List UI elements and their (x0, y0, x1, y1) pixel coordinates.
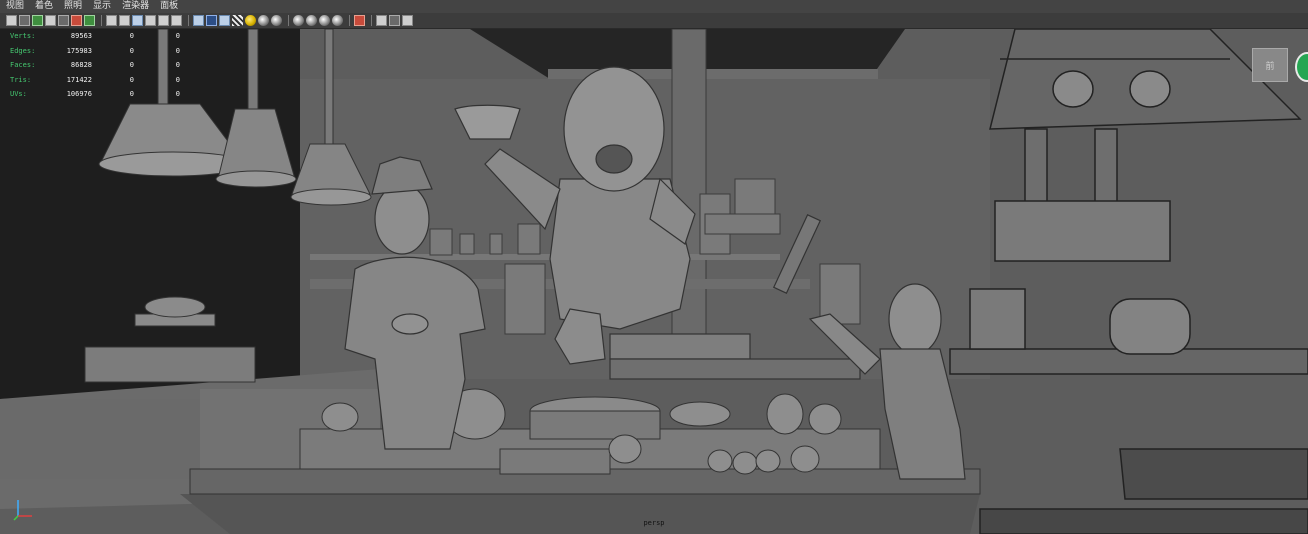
hud-label: Edges: (10, 46, 36, 55)
multisample-aa-icon[interactable] (306, 15, 317, 26)
shadows-icon[interactable] (258, 15, 269, 26)
view-cube-face-label[interactable]: 前 (1265, 59, 1274, 72)
viewport-panel[interactable]: 视图 着色 照明 显示 渲染器 面板 Verts: 89563 0 0 Edge… (0, 0, 1308, 534)
toolbar-separator (371, 15, 372, 26)
hud-row-faces: Faces: 86828 0 0 (10, 58, 180, 73)
hud-components: 0 (175, 90, 180, 99)
menu-shading[interactable]: 着色 (35, 0, 53, 13)
menu-panels[interactable]: 面板 (160, 0, 178, 13)
panel-toolbar (0, 13, 1308, 29)
hud-selected: 0 (129, 61, 134, 70)
safe-action-icon[interactable] (158, 15, 169, 26)
hud-row-tris: Tris: 171422 0 0 (10, 73, 180, 88)
toolbar-separator (288, 15, 289, 26)
field-chart-icon[interactable] (145, 15, 156, 26)
camera-attributes-icon[interactable] (19, 15, 30, 26)
toolbar-separator (349, 15, 350, 26)
hud-total: 86828 (70, 61, 92, 70)
motion-blur-icon[interactable] (293, 15, 304, 26)
hud-total: 175983 (66, 46, 92, 55)
toolbar-separator (188, 15, 189, 26)
menu-renderer[interactable]: 渲染器 (122, 0, 149, 13)
xray-components-icon[interactable] (389, 15, 400, 26)
camera-name-label: persp (643, 519, 665, 527)
use-all-lights-icon[interactable] (245, 15, 256, 26)
view-cube[interactable]: 前 (1252, 48, 1288, 82)
xray-icon[interactable] (354, 15, 365, 26)
bookmark-icon[interactable] (32, 15, 43, 26)
default-material-icon[interactable] (219, 15, 230, 26)
2d-pan-zoom-icon[interactable] (58, 15, 69, 26)
viewport-3d-scene[interactable] (0, 29, 1308, 534)
camera-sequencer-icon[interactable] (402, 15, 413, 26)
panel-menu-bar: 视图 着色 照明 显示 渲染器 面板 (0, 0, 1308, 13)
poly-count-hud: Verts: 89563 0 0 Edges: 175983 0 0 Faces… (10, 29, 180, 102)
hud-components: 0 (175, 75, 180, 84)
hud-label: Tris: (10, 75, 32, 84)
hud-row-uvs: UVs: 106976 0 0 (10, 87, 180, 102)
hud-selected: 0 (129, 32, 134, 41)
hud-label: Faces: (10, 61, 36, 70)
grease-pencil-icon[interactable] (71, 15, 82, 26)
depth-of-field-icon[interactable] (319, 15, 330, 26)
image-plane-icon[interactable] (45, 15, 56, 26)
grid-icon[interactable] (84, 15, 95, 26)
menu-show[interactable]: 显示 (93, 0, 111, 13)
hud-selected: 0 (129, 46, 134, 55)
film-gate-icon[interactable] (106, 15, 117, 26)
hud-components: 0 (175, 32, 180, 41)
hud-total: 171422 (66, 75, 92, 84)
hud-selected: 0 (129, 90, 134, 99)
resolution-gate-icon[interactable] (119, 15, 130, 26)
hud-components: 0 (175, 61, 180, 70)
smooth-shade-icon[interactable] (206, 15, 217, 26)
hud-row-verts: Verts: 89563 0 0 (10, 29, 180, 44)
toolbar-separator (101, 15, 102, 26)
gate-mask-icon[interactable] (132, 15, 143, 26)
hud-label: Verts: (10, 32, 36, 41)
screen-space-ao-icon[interactable] (271, 15, 282, 26)
hud-selected: 0 (129, 75, 134, 84)
menu-lighting[interactable]: 照明 (64, 0, 82, 13)
hud-total: 89563 (70, 32, 92, 41)
menu-view[interactable]: 视图 (6, 0, 24, 13)
select-camera-icon[interactable] (6, 15, 17, 26)
hud-label: UVs: (10, 90, 27, 99)
safe-title-icon[interactable] (171, 15, 182, 26)
hud-components: 0 (175, 46, 180, 55)
hud-total: 106976 (66, 90, 92, 99)
textured-icon[interactable] (232, 15, 243, 26)
hud-row-edges: Edges: 175983 0 0 (10, 44, 180, 59)
isolate-select-icon[interactable] (332, 15, 343, 26)
xray-joints-icon[interactable] (376, 15, 387, 26)
wireframe-icon[interactable] (193, 15, 204, 26)
